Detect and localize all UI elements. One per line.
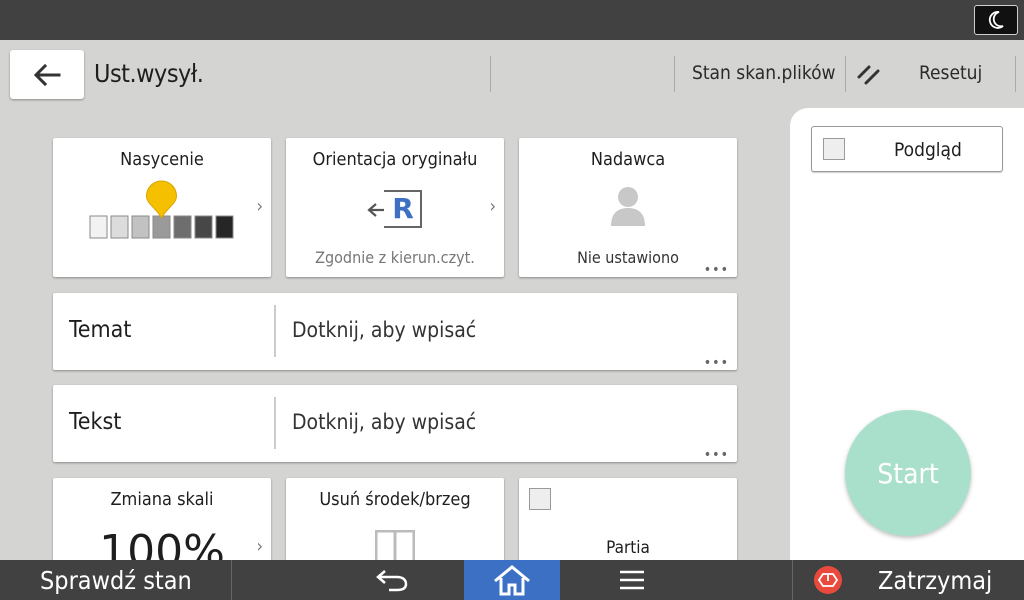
density-title: Nasycenie	[120, 149, 204, 170]
moon-icon	[988, 11, 1004, 29]
chevron-right-icon: ›	[256, 196, 263, 217]
density-step	[110, 215, 129, 239]
arrow-left-icon	[33, 63, 61, 86]
stop-button[interactable]: Zatrzymaj	[878, 566, 992, 595]
sender-title: Nadawca	[590, 149, 666, 170]
scale-title: Zmiana skali	[110, 489, 214, 510]
subject-input[interactable]: Dotknij, aby wpisać	[292, 318, 476, 342]
batch-tile[interactable]: Partia	[519, 478, 737, 568]
density-step	[152, 215, 171, 239]
header-divider	[1015, 56, 1016, 92]
preview-label: Podgląd	[894, 139, 962, 161]
more-icon: •••	[703, 355, 729, 370]
start-button[interactable]: Start	[845, 410, 971, 536]
orientation-value: Zgodnie z kierun.czyt.	[315, 248, 475, 267]
density-step	[131, 215, 150, 239]
bottom-divider	[231, 560, 232, 600]
preview-button[interactable]: Podgląd	[811, 126, 1003, 172]
top-status-bar	[0, 0, 1024, 40]
header: Ust.wysył. Stan skan.plików Resetuj	[0, 40, 1024, 110]
stop-button-icon-wrap[interactable]	[812, 565, 844, 595]
density-step	[89, 215, 108, 239]
bottom-bar: Sprawdź stan Zatrzymaj	[0, 560, 1024, 600]
text-label: Tekst	[69, 409, 122, 435]
back-button[interactable]	[10, 50, 84, 99]
scan-status-button[interactable]: Stan skan.plików	[692, 62, 836, 84]
density-step	[215, 215, 234, 239]
subject-field-row[interactable]: Temat Dotknij, aby wpisać •••	[53, 293, 737, 370]
field-divider	[274, 397, 276, 449]
orientation-title: Orientacja oryginału	[312, 149, 478, 170]
density-scale	[89, 180, 234, 239]
batch-checkbox[interactable]	[529, 488, 551, 510]
orientation-letter: R	[392, 192, 414, 225]
chevron-right-icon: ›	[489, 196, 496, 217]
header-divider	[490, 56, 491, 92]
preview-checkbox[interactable]	[823, 138, 845, 160]
menu-icon	[620, 570, 644, 590]
sender-tile[interactable]: Nadawca Nie ustawiono •••	[519, 138, 737, 277]
orientation-icon: R	[366, 188, 424, 232]
person-icon	[611, 187, 645, 226]
menu-button[interactable]	[612, 566, 652, 594]
density-marker-icon	[145, 180, 178, 220]
subject-label: Temat	[69, 317, 132, 343]
erase-title: Usuń środek/brzeg	[319, 489, 471, 510]
check-status-button[interactable]: Sprawdź stan	[40, 566, 192, 595]
bottom-divider	[792, 560, 793, 600]
page-title: Ust.wysył.	[94, 59, 204, 88]
home-icon	[494, 565, 530, 596]
return-button[interactable]	[370, 566, 414, 594]
more-icon: •••	[703, 447, 729, 462]
text-input[interactable]: Dotknij, aby wpisać	[292, 410, 476, 434]
header-divider	[845, 56, 846, 92]
field-divider	[274, 305, 276, 357]
density-step	[194, 215, 213, 239]
side-panel: Podgląd Start	[790, 108, 1024, 560]
reset-icon[interactable]	[856, 64, 882, 86]
batch-title: Partia	[606, 538, 650, 558]
scale-tile[interactable]: Zmiana skali 100% ›	[53, 478, 271, 568]
return-icon	[376, 570, 408, 592]
header-divider	[674, 56, 675, 92]
energy-saver-button[interactable]	[974, 5, 1018, 35]
density-step	[173, 215, 192, 239]
text-field-row[interactable]: Tekst Dotknij, aby wpisać •••	[53, 385, 737, 462]
stop-icon	[814, 566, 842, 594]
home-button[interactable]	[464, 560, 560, 600]
reset-button[interactable]: Resetuj	[919, 62, 982, 84]
density-tile[interactable]: Nasycenie ›	[53, 138, 271, 277]
erase-tile[interactable]: Usuń środek/brzeg	[286, 478, 504, 568]
chevron-right-icon: ›	[256, 536, 263, 557]
orientation-tile[interactable]: Orientacja oryginału R › Zgodnie z kieru…	[286, 138, 504, 277]
more-icon: •••	[703, 262, 729, 277]
